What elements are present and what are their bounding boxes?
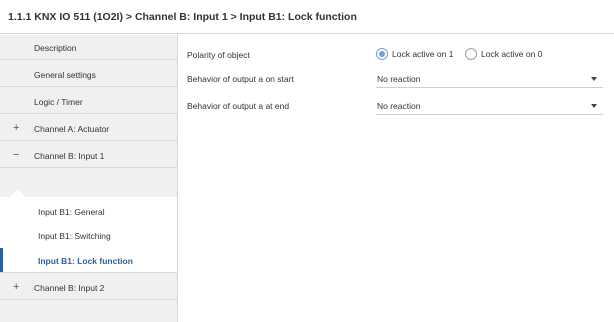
sidebar-item-label: General settings [34, 70, 96, 80]
dropdown-value: No reaction [377, 74, 421, 84]
sidebar-item-input-b1-general[interactable]: Input B1: General [0, 199, 177, 224]
sidebar: Description General settings Logic / Tim… [0, 35, 178, 322]
sidebar-item-general-settings[interactable]: General settings [0, 62, 177, 87]
collapse-icon[interactable]: − [13, 149, 19, 161]
sidebar-item-logic-timer[interactable]: Logic / Timer [0, 89, 177, 114]
radio-label: Lock active on 0 [481, 49, 543, 59]
sidebar-item-input-b1-switching[interactable]: Input B1: Switching [0, 223, 177, 248]
sidebar-item-channel-a-actuator[interactable]: + Channel A: Actuator [0, 116, 177, 141]
breadcrumb-bar: 1.1.1 KNX IO 511 (1O2I) > Channel B: Inp… [0, 0, 614, 34]
end-behavior-label: Behavior of output a at end [187, 101, 290, 111]
sidebar-item-label: Input B1: Switching [38, 231, 111, 241]
start-behavior-label: Behavior of output a on start [187, 74, 294, 84]
submenu-notch [10, 190, 26, 197]
radio-label: Lock active on 1 [392, 49, 454, 59]
end-behavior-dropdown[interactable]: No reaction [376, 97, 603, 115]
breadcrumb: 1.1.1 KNX IO 511 (1O2I) > Channel B: Inp… [8, 11, 357, 23]
sidebar-item-channel-b-input-2[interactable]: + Channel B: Input 2 [0, 275, 177, 300]
dropdown-value: No reaction [377, 101, 421, 111]
radio-unchecked-icon [465, 48, 477, 60]
sidebar-item-label: Channel A: Actuator [34, 124, 110, 134]
sidebar-item-description[interactable]: Description [0, 35, 177, 60]
sidebar-item-label: Input B1: Lock function [38, 256, 133, 266]
sidebar-item-label: Channel B: Input 2 [34, 283, 105, 293]
parameter-panel: Polarity of object Lock active on 1 Lock… [178, 35, 614, 322]
chevron-down-icon [591, 104, 597, 108]
sidebar-item-channel-b-input-1[interactable]: − Channel B: Input 1 [0, 143, 177, 168]
sidebar-item-label: Channel B: Input 1 [34, 151, 105, 161]
lock-active-on-0-radio[interactable]: Lock active on 0 [465, 48, 555, 62]
sidebar-item-label: Input B1: General [38, 207, 105, 217]
lock-active-on-1-radio[interactable]: Lock active on 1 [376, 48, 466, 62]
polarity-label: Polarity of object [187, 50, 250, 60]
expand-icon[interactable]: + [13, 122, 19, 134]
sidebar-item-label: Logic / Timer [34, 97, 83, 107]
start-behavior-dropdown[interactable]: No reaction [376, 70, 603, 88]
chevron-down-icon [591, 77, 597, 81]
sidebar-item-input-b1-lock-function[interactable]: Input B1: Lock function [0, 248, 177, 273]
radio-checked-icon [376, 48, 388, 60]
sidebar-item-label: Description [34, 43, 77, 53]
expand-icon[interactable]: + [13, 281, 19, 293]
